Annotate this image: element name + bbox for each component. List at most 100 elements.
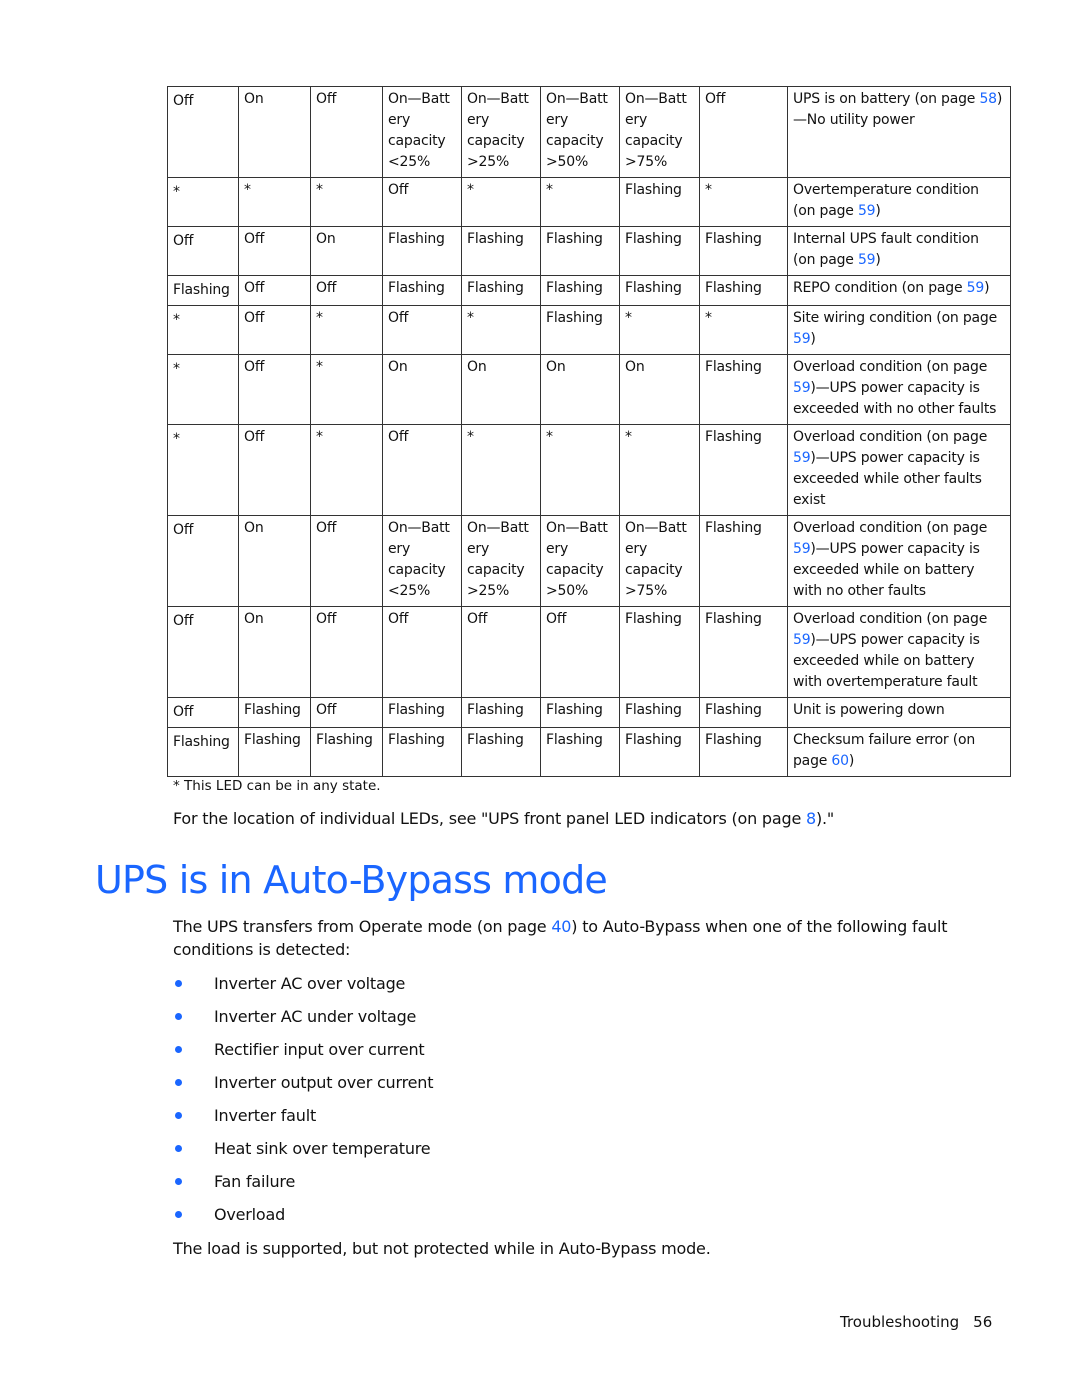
led-state-cell: Flashing <box>540 305 620 355</box>
led-state-cell: Off <box>382 606 462 698</box>
condition-cell: Internal UPS fault condition (on page 59… <box>787 226 1011 276</box>
led-state-cell: Flashing <box>699 606 788 698</box>
fault-conditions-list: Inverter AC over voltage Inverter AC und… <box>173 972 433 1236</box>
led-state-cell: Off <box>167 86 239 178</box>
led-state-cell: Off <box>310 515 383 607</box>
led-state-cell: Flashing <box>540 275 620 306</box>
led-state-cell: Flashing <box>167 275 239 306</box>
bullet-icon <box>175 1211 182 1218</box>
led-state-cell: Off <box>310 86 383 178</box>
led-state-cell: On—Batt ery capacity >75% <box>619 86 700 178</box>
led-state-cell: * <box>461 305 541 355</box>
bullet-icon <box>175 1112 182 1119</box>
led-state-cell: Off <box>238 275 311 306</box>
led-state-cell: Off <box>238 305 311 355</box>
led-state-cell: * <box>540 177 620 227</box>
condition-text-end: ) <box>875 252 881 268</box>
led-state-cell: Flashing <box>238 727 311 777</box>
led-state-cell: * <box>461 424 541 516</box>
led-state-cell: * <box>699 305 788 355</box>
led-state-cell: Off <box>540 606 620 698</box>
page-link[interactable]: 59 <box>793 632 811 648</box>
condition-text: Overtemperature condition (on page <box>793 182 979 219</box>
list-item: Inverter fault <box>173 1104 433 1137</box>
page-number: 56 <box>973 1313 993 1331</box>
condition-text: Overload condition (on page <box>793 611 988 627</box>
led-state-cell: On <box>238 606 311 698</box>
list-item-text: Inverter fault <box>214 1106 317 1125</box>
condition-text: Checksum failure error (on page <box>793 732 976 769</box>
page-link[interactable]: 60 <box>831 753 849 769</box>
condition-cell: Overload condition (on page 59)—UPS powe… <box>787 515 1011 607</box>
page-link[interactable]: 58 <box>979 91 997 107</box>
led-state-cell: On <box>540 354 620 425</box>
section-heading: UPS is in Auto-Bypass mode <box>95 858 608 902</box>
page-link[interactable]: 8 <box>806 809 816 828</box>
condition-text-end: )—UPS power capacity is exceeded with no… <box>793 380 997 417</box>
list-item: Inverter AC under voltage <box>173 1005 433 1038</box>
led-state-cell: Off <box>238 354 311 425</box>
led-state-cell: Off <box>382 177 462 227</box>
table-row: Off Off On Flashing Flashing Flashing Flashing… <box>167 226 1011 276</box>
location-note: For the location of individual LEDs, see… <box>173 807 993 830</box>
led-state-cell: Off <box>699 86 788 178</box>
condition-cell: Site wiring condition (on page 59) <box>787 305 1011 355</box>
led-state-cell: On <box>238 86 311 178</box>
led-state-cell: * <box>540 424 620 516</box>
condition-cell: Overload condition (on page 59)—UPS powe… <box>787 606 1011 698</box>
led-state-cell: Flashing <box>619 606 700 698</box>
led-state-cell: On <box>310 226 383 276</box>
led-state-cell: Flashing <box>382 727 462 777</box>
page-link[interactable]: 59 <box>793 331 811 347</box>
led-state-cell: Off <box>382 424 462 516</box>
bullet-icon <box>175 1046 182 1053</box>
led-state-cell: On—Batt ery capacity >25% <box>461 515 541 607</box>
page-link[interactable]: 59 <box>793 450 811 466</box>
led-state-cell: Flashing <box>540 226 620 276</box>
list-item-text: Inverter output over current <box>214 1073 434 1092</box>
page-link[interactable]: 59 <box>793 380 811 396</box>
condition-cell: UPS is on battery (on page 58)—No utilit… <box>787 86 1011 178</box>
list-item-text: Heat sink over temperature <box>214 1139 431 1158</box>
bullet-icon <box>175 1145 182 1152</box>
list-item-text: Inverter AC under voltage <box>214 1007 417 1026</box>
page-link[interactable]: 59 <box>858 203 876 219</box>
list-item: Fan failure <box>173 1170 433 1203</box>
page-link[interactable]: 59 <box>967 280 985 296</box>
led-state-cell: * <box>619 424 700 516</box>
list-item-text: Overload <box>214 1205 286 1224</box>
led-state-cell: Flashing <box>382 697 462 728</box>
led-state-cell: Flashing <box>699 697 788 728</box>
page-link[interactable]: 59 <box>858 252 876 268</box>
condition-cell: Overload condition (on page 59)—UPS powe… <box>787 354 1011 425</box>
page-link[interactable]: 59 <box>793 541 811 557</box>
condition-text-end: ) <box>875 203 881 219</box>
led-state-cell: Flashing <box>699 275 788 306</box>
list-item: Heat sink over temperature <box>173 1137 433 1170</box>
table-row: Off On Off Off Off Off Flashing Flashing Overloa… <box>167 606 1011 698</box>
condition-text: UPS is on battery (on page <box>793 91 980 107</box>
led-state-cell: On—Batt ery capacity <25% <box>382 515 462 607</box>
led-state-cell: Off <box>167 606 239 698</box>
led-state-cell: On <box>382 354 462 425</box>
table-row: * Off * Off * * * Flashing Overload condition (o… <box>167 424 1011 516</box>
page-link[interactable]: 40 <box>551 917 571 936</box>
led-state-cell: * <box>619 305 700 355</box>
led-state-cell: Flashing <box>619 697 700 728</box>
condition-text-end: ) <box>848 753 855 769</box>
led-state-cell: On <box>619 354 700 425</box>
bullet-icon <box>175 1178 182 1185</box>
location-note-text-end: )." <box>815 809 835 828</box>
led-state-cell: Flashing <box>699 727 788 777</box>
led-state-cell: * <box>699 177 788 227</box>
section-intro: The UPS transfers from Operate mode (on … <box>173 915 963 961</box>
led-state-cell: Flashing <box>619 275 700 306</box>
led-state-cell: * <box>167 177 239 227</box>
led-state-cell: Flashing <box>619 226 700 276</box>
table-row: Off On Off On—Batt ery capacity <25% On—Batt… <box>167 86 1011 178</box>
condition-text-end: )—UPS power capacity is exceeded while o… <box>793 632 980 690</box>
condition-text: Overload condition (on page <box>793 520 988 536</box>
led-state-cell: On—Batt ery capacity <25% <box>382 86 462 178</box>
list-item-text: Fan failure <box>214 1172 296 1191</box>
led-state-cell: Off <box>238 226 311 276</box>
